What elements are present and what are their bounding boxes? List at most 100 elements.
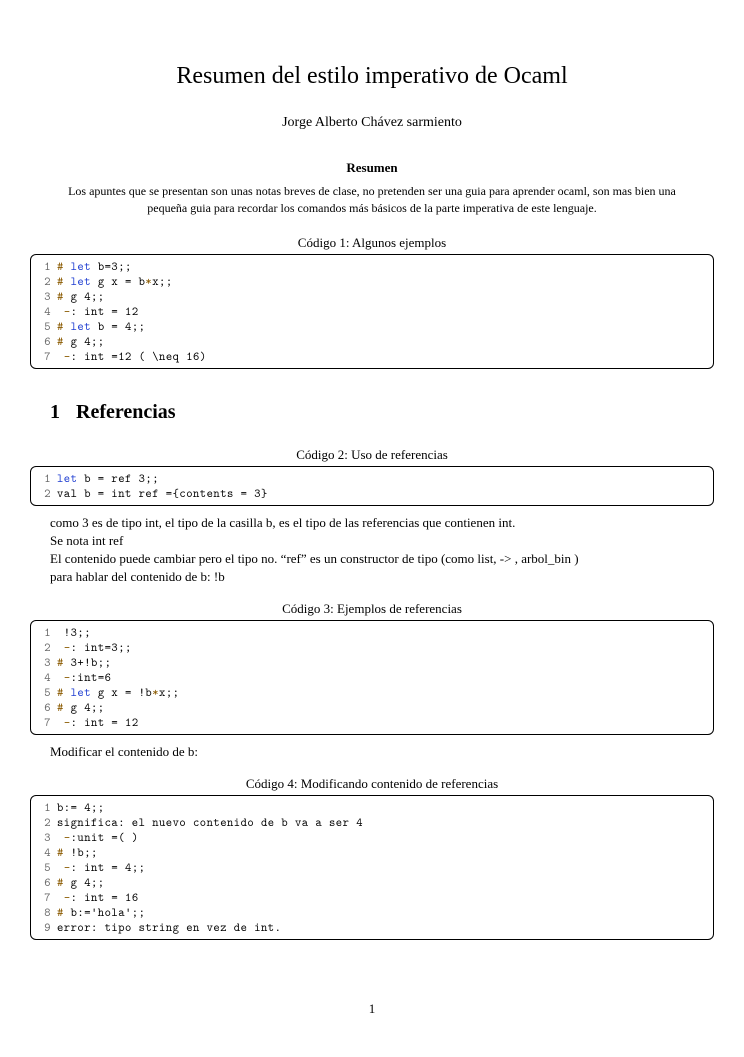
code-token: x;; (152, 273, 172, 289)
line-number: 2 (37, 486, 51, 501)
code-token: g 4;; (71, 874, 105, 890)
code-token: let (71, 684, 98, 700)
code-token: # (57, 684, 71, 700)
code-token: # (57, 874, 71, 890)
code-token: let (71, 273, 98, 289)
code-token: # (57, 844, 71, 860)
abstract-body: Los apuntes que se presentan son unas no… (60, 183, 684, 217)
author-line: Jorge Alberto Chávez sarmiento (30, 114, 714, 133)
code-token: : int =12 ( \neq 16) (71, 348, 207, 364)
code-token: - (64, 859, 71, 875)
line-number: 2 (37, 640, 51, 655)
code-token (57, 859, 64, 875)
line-number: 4 (37, 670, 51, 685)
line-number: 4 (37, 845, 51, 860)
code-token: - (64, 303, 71, 319)
paragraph-after-listing-3: Modificar el contenido de b: (50, 743, 694, 761)
code-token: * (152, 684, 159, 700)
section-1-title: Referencias (76, 401, 176, 423)
code-token: # (57, 333, 71, 349)
code-token: g 4;; (71, 288, 105, 304)
listing-3-box: 1 !3;; 2 -: int=3;; 3# 3+!b;; 4 -:int=6 … (30, 620, 714, 735)
code-token (57, 639, 64, 655)
line-number: 3 (37, 655, 51, 670)
line-number: 4 (37, 304, 51, 319)
line-number: 7 (37, 349, 51, 364)
listing-2-box: 1 let b = ref 3;; 2 val b = int ref ={cont… (30, 466, 714, 506)
code-token: g x = !b (98, 684, 152, 700)
line-number: 7 (37, 715, 51, 730)
code-token: b = 4;; (98, 318, 146, 334)
code-token: - (64, 639, 71, 655)
listing-2-caption: Código 2: Uso de referencias (30, 446, 714, 464)
listing-1-caption: Código 1: Algunos ejemplos (30, 234, 714, 252)
code-token: - (64, 714, 71, 730)
code-token: b = ref 3;; (84, 470, 159, 486)
listing-3-code: 1 !3;; 2 -: int=3;; 3# 3+!b;; 4 -:int=6 … (37, 625, 707, 730)
page-number: 1 (30, 1000, 714, 1018)
code-token (57, 829, 64, 845)
code-token: b=3;; (98, 258, 132, 274)
code-token: # (57, 258, 71, 274)
code-token: error: tipo string en vez de int. (57, 919, 281, 935)
line-number: 7 (37, 890, 51, 905)
code-token: : int=3;; (71, 639, 132, 655)
line-number: 2 (37, 815, 51, 830)
code-token: b:='hola';; (71, 904, 146, 920)
code-token: : int = 12 (71, 303, 139, 319)
code-token: g 4;; (71, 699, 105, 715)
code-token: let (57, 470, 84, 486)
code-token: let (71, 258, 98, 274)
code-token: # (57, 318, 71, 334)
code-token (57, 303, 64, 319)
listing-1-box: 1# let b=3;; 2# let g x = b*x;; 3# g 4;;… (30, 254, 714, 369)
code-token: # (57, 654, 71, 670)
listing-4-caption: Código 4: Modificando contenido de refer… (30, 775, 714, 793)
code-token: significa: el nuevo contenido de b va a … (57, 814, 363, 830)
listing-3-caption: Código 3: Ejemplos de referencias (30, 600, 714, 618)
code-token: b:= 4;; (57, 799, 105, 815)
code-token: :unit =( ) (71, 829, 139, 845)
code-token: # (57, 699, 71, 715)
code-token (57, 348, 64, 364)
code-token: let (71, 318, 98, 334)
line-number: 3 (37, 289, 51, 304)
line-number: 1 (37, 800, 51, 815)
paragraph-after-listing-2: como 3 es de tipo int, el tipo de la cas… (50, 514, 694, 587)
code-token: val b = int ref ={contents = 3} (57, 485, 268, 501)
code-token (57, 669, 64, 685)
document-title: Resumen del estilo imperativo de Ocaml (30, 60, 714, 92)
code-token: # (57, 288, 71, 304)
code-token: !3;; (57, 624, 91, 640)
line-number: 5 (37, 685, 51, 700)
code-token: 3+!b;; (71, 654, 112, 670)
code-token: :int=6 (71, 669, 112, 685)
code-token (57, 714, 64, 730)
code-token: g x = b (98, 273, 146, 289)
code-token: # (57, 904, 71, 920)
listing-4-box: 1 b:= 4;; 2 significa: el nuevo contenido … (30, 795, 714, 940)
line-number: 1 (37, 471, 51, 486)
code-token: : int = 4;; (71, 859, 146, 875)
listing-2-code: 1 let b = ref 3;; 2 val b = int ref ={cont… (37, 471, 707, 501)
code-token: # (57, 273, 71, 289)
section-1-number: 1 (50, 401, 60, 423)
code-token: - (64, 829, 71, 845)
section-1-heading: 1 Referencias (50, 399, 714, 426)
line-number: 6 (37, 700, 51, 715)
code-token: - (64, 669, 71, 685)
line-number: 1 (37, 259, 51, 274)
listing-4-code: 1 b:= 4;; 2 significa: el nuevo contenido … (37, 800, 707, 935)
code-token: : int = 16 (71, 889, 139, 905)
line-number: 3 (37, 830, 51, 845)
code-token: x;; (159, 684, 179, 700)
listing-1-code: 1# let b=3;; 2# let g x = b*x;; 3# g 4;;… (37, 259, 707, 364)
line-number: 6 (37, 334, 51, 349)
code-token: : int = 12 (71, 714, 139, 730)
line-number: 2 (37, 274, 51, 289)
line-number: 5 (37, 319, 51, 334)
line-number: 9 (37, 920, 51, 935)
code-token: g 4;; (71, 333, 105, 349)
code-token: - (64, 348, 71, 364)
code-token (57, 889, 64, 905)
